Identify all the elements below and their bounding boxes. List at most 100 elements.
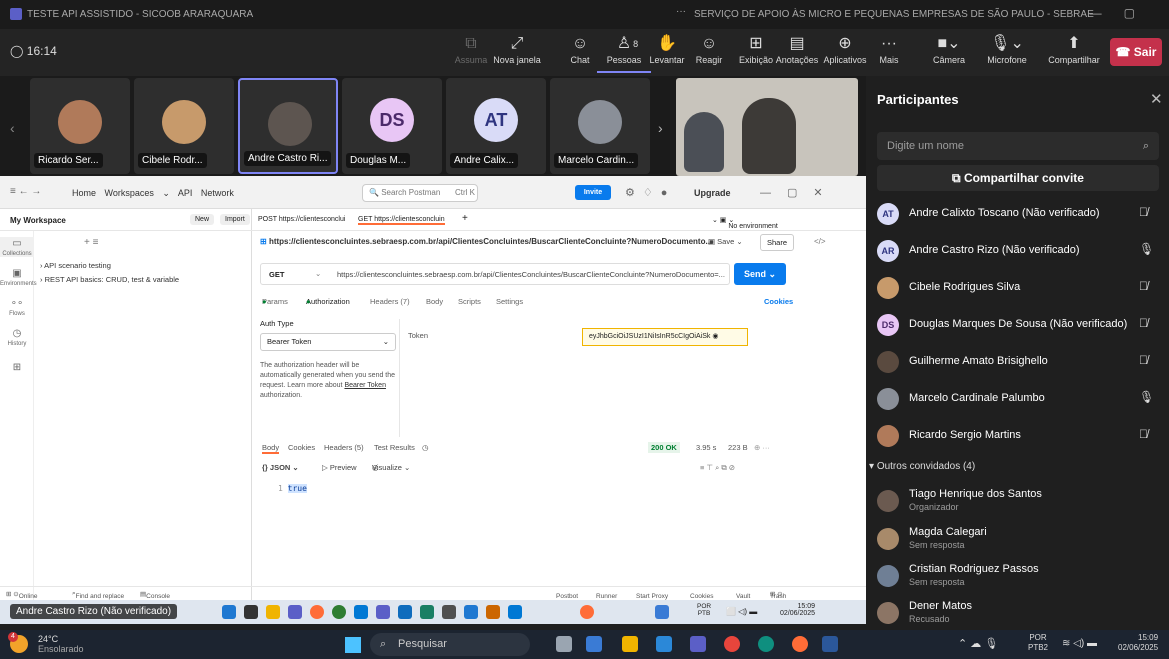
postman-window-controls[interactable]: —▢✕ (760, 186, 839, 199)
collection-item[interactable]: › REST API basics: CRUD, test & variable (40, 275, 179, 284)
invitee-row[interactable]: Cristian Rodriguez Passos Sem resposta (877, 561, 1161, 591)
tab-headers[interactable]: Headers (7) (370, 297, 410, 306)
tab-body[interactable]: Body (426, 297, 443, 306)
status-console[interactable]: ▤ Console (140, 590, 170, 600)
upgrade-button[interactable]: Upgrade (694, 188, 731, 198)
chevron-right-icon[interactable]: › (658, 120, 663, 136)
tab-post[interactable]: POST https://clientesconclui (258, 216, 345, 223)
more-icon[interactable]: ··· (676, 6, 686, 17)
workspace-name[interactable]: My Workspace (10, 216, 66, 225)
outlook-icon[interactable] (656, 636, 672, 652)
toolbar-mic-button[interactable]: 🎙⌄ Microfone (980, 33, 1034, 65)
add-tab-icon[interactable]: + (462, 213, 468, 224)
video-tile-active-speaker[interactable]: Andre Castro Ri... (238, 78, 338, 174)
teams-icon[interactable] (690, 636, 706, 652)
invite-button[interactable]: Invite (575, 185, 611, 200)
status-trash[interactable]: Trash ⊞ ⊙ (770, 590, 786, 600)
res-tab-tests[interactable]: Test Results (374, 443, 415, 452)
edge-icon[interactable] (758, 636, 774, 652)
method-select[interactable]: GET (269, 270, 284, 279)
collection-item[interactable]: › API scenario testing (40, 261, 111, 270)
res-tab-headers[interactable]: Headers (5) (324, 443, 364, 452)
save-button[interactable]: ▣ Save ⌄ (708, 237, 743, 246)
code-icon[interactable]: </> (814, 237, 826, 246)
window-controls[interactable]: —▢ (1090, 6, 1157, 20)
res-tab-cookies[interactable]: Cookies (288, 443, 315, 452)
video-tile[interactable]: AT Andre Calix... (446, 78, 546, 174)
word-icon[interactable] (822, 636, 838, 652)
status-online[interactable]: ⊞ ⊙ Online (6, 590, 38, 600)
file-explorer-icon[interactable] (622, 636, 638, 652)
chrome-icon[interactable] (724, 636, 740, 652)
app-icon[interactable] (586, 636, 602, 652)
participant-row[interactable]: AT Andre Calixto Toscano (Não verificado… (877, 201, 1161, 227)
rail-flows[interactable]: ∘∘ Flows (0, 297, 34, 317)
environment-select[interactable]: ⌄ ▣ No environment ⌄ (712, 216, 778, 230)
participant-row[interactable]: AR Andre Castro Rizo (Não verificado) 🎙 (877, 238, 1161, 264)
new-button[interactable]: New (190, 214, 215, 225)
participant-row[interactable]: DS Douglas Marques De Sousa (Não verific… (877, 312, 1161, 338)
rail-more[interactable]: ⊞ (0, 361, 34, 375)
rail-history[interactable]: ◷ History (0, 327, 34, 347)
response-tools-icons[interactable]: ≡ ⊤ ⌕ ⧉ ⊘ (700, 463, 735, 473)
start-button[interactable] (345, 637, 361, 653)
invitee-row[interactable]: Dener Matos Recusado (877, 598, 1161, 628)
toolbar-react-button[interactable]: ☺ Reagir (682, 33, 736, 65)
postman-search-input[interactable]: 🔍 Search Postman Ctrl K (362, 184, 478, 202)
video-tile[interactable]: Marcelo Cardin... (550, 78, 650, 174)
share-invite-button[interactable]: ⧉ Compartilhar convite (877, 165, 1159, 191)
auth-type-select[interactable]: Bearer Token ⌄ (260, 333, 396, 351)
toolbar-share-button[interactable]: ⬆ Compartilhar (1044, 33, 1104, 65)
system-tray[interactable]: ⌃ ☁ 🎙 (958, 637, 998, 650)
tab-scripts[interactable]: Scripts (458, 297, 481, 306)
tab-get-active[interactable]: GET https://clientesconcluin (358, 216, 445, 225)
res-tab-body[interactable]: Body (262, 443, 280, 454)
menu-icon[interactable]: ≡ ← → (10, 186, 41, 197)
participant-row[interactable]: Guilherme Amato Brisighello 🎙̸ (877, 349, 1161, 375)
toolbar-new-window-button[interactable]: ⤢ Nova janela (490, 33, 544, 65)
send-button[interactable]: Send ⌄ (734, 263, 786, 285)
participant-row[interactable]: Ricardo Sergio Martins 🎙̸ (877, 423, 1161, 449)
bearer-token-link[interactable]: Bearer Token (344, 382, 386, 389)
network-volume-battery-icons[interactable]: ≋ ◁) ▬ (1062, 638, 1097, 649)
response-body[interactable]: 1 true (278, 484, 307, 493)
invitee-row[interactable]: Magda Calegari Sem resposta (877, 524, 1161, 554)
format-select[interactable]: {} JSON ⌄ (262, 463, 299, 472)
toolbar-camera-button[interactable]: ■⌄ Câmera (922, 33, 976, 65)
status-find[interactable]: ⌕ Find and replace (72, 590, 124, 600)
tab-settings[interactable]: Settings (496, 297, 523, 306)
cookies-link[interactable]: Cookies (764, 297, 793, 306)
leave-button[interactable]: ☎ Sair (1110, 38, 1162, 66)
settings-bell-icons[interactable]: ⚙♢● (625, 186, 675, 199)
token-input[interactable]: eyJhbGciOiJSUzI1NiIsInR5cCIgOiAiSk ◉ (582, 328, 748, 346)
preview-button[interactable]: ▷ Preview (322, 463, 357, 472)
import-button[interactable]: Import (220, 214, 250, 225)
participant-search-input[interactable]: Digite um nome ⌕ (877, 132, 1159, 160)
url-bar[interactable]: GET ⌄ https://clientesconcluintes.sebrae… (260, 263, 730, 285)
postman-icon[interactable] (792, 636, 808, 652)
rail-environments[interactable]: ▣ Environments (0, 267, 37, 287)
postman-nav[interactable]: Home Workspaces ⌄ API Network (72, 188, 234, 199)
chevron-left-icon[interactable]: ‹ (10, 120, 15, 136)
taskbar-clock[interactable]: 15:09 02/06/2025 (1118, 633, 1158, 653)
eye-icon[interactable]: ◉ (712, 333, 718, 340)
video-tile[interactable]: DS Douglas M... (342, 78, 442, 174)
weather-widget[interactable]: 24°C Ensolarado (38, 634, 84, 654)
invitee-row[interactable]: Tiago Henrique dos Santos Organizador (877, 486, 1161, 516)
toolbar-notes-button[interactable]: ▤ Anotações (770, 33, 824, 65)
rail-collections[interactable]: ▭ Collections (0, 237, 34, 257)
input-language[interactable]: POR PTB2 (1028, 633, 1048, 653)
participant-row[interactable]: Cibele Rodrigues Silva 🎙̸ (877, 275, 1161, 301)
taskview-icon[interactable] (556, 636, 572, 652)
taskbar-search[interactable]: ⌕ Pesquisar (370, 633, 530, 656)
close-icon[interactable]: ✕ (1150, 90, 1163, 108)
participant-row[interactable]: Marcelo Cardinale Palumbo 🎙 (877, 386, 1161, 412)
toolbar-more-button[interactable]: ··· Mais (862, 33, 916, 65)
history-icon[interactable]: ◷ (422, 443, 429, 452)
other-invitees-header[interactable]: ▾ Outros convidados (4) (869, 461, 975, 472)
url-input[interactable]: https://clientesconcluintes.sebraesp.com… (337, 270, 725, 279)
add-filter-icons[interactable]: + ≡ (84, 237, 98, 248)
share-button[interactable]: Share (760, 234, 795, 251)
video-tile[interactable]: Cibele Rodr... (134, 78, 234, 174)
video-tile[interactable]: Ricardo Ser... (30, 78, 130, 174)
